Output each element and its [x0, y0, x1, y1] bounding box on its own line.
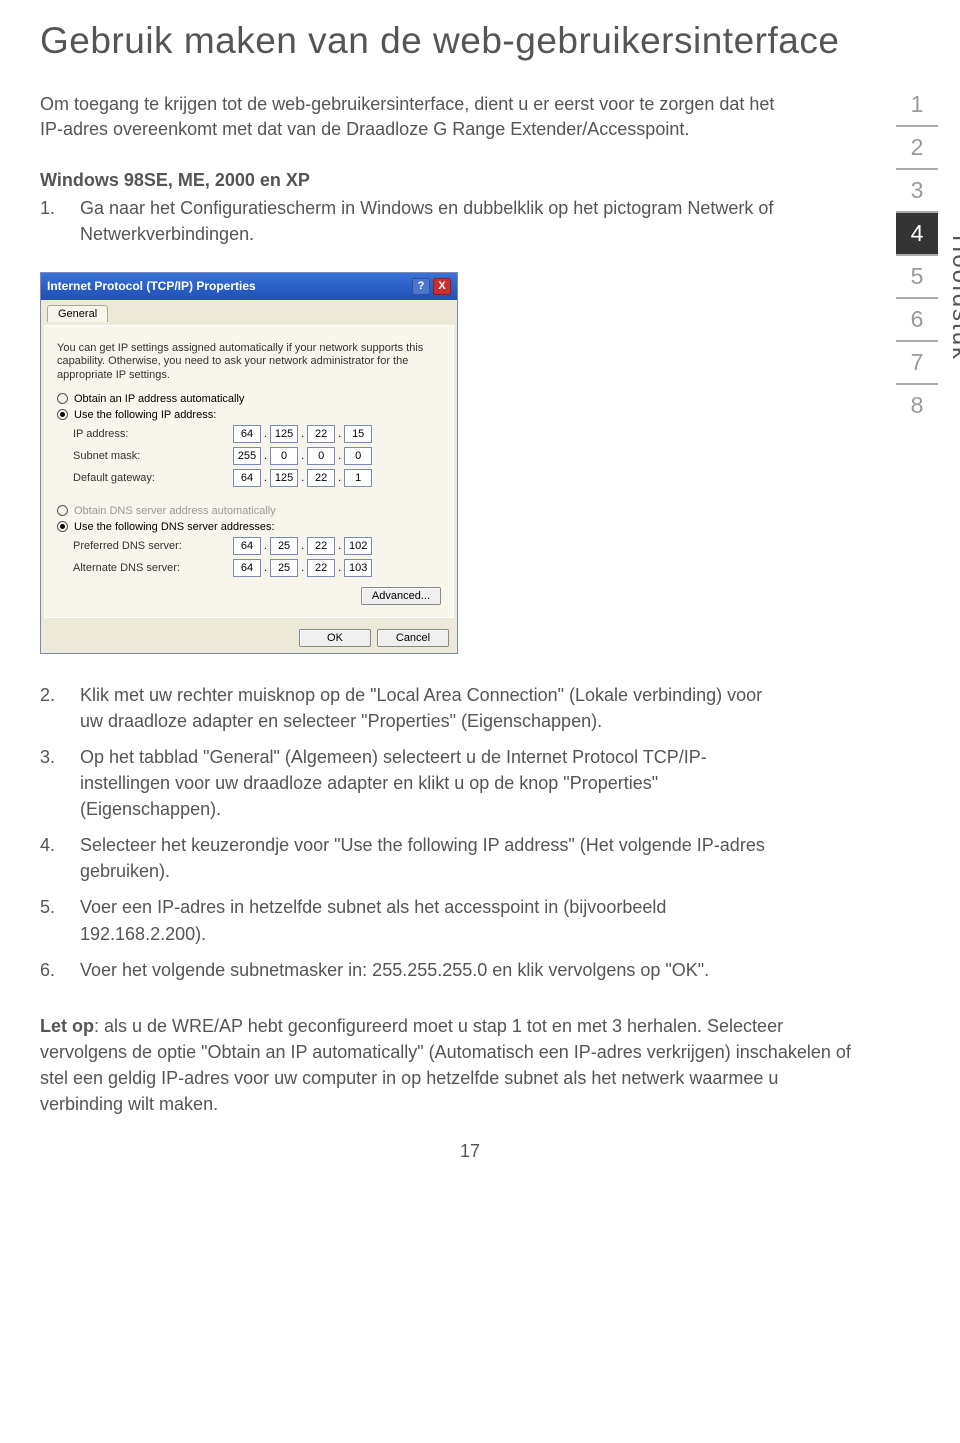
ip-octet[interactable]: 22 [307, 469, 335, 487]
chapter-nav-item[interactable]: 3 [896, 170, 938, 213]
radio-obtain-ip-row[interactable]: Obtain an IP address automatically [57, 393, 443, 405]
ip-octet[interactable]: 0 [270, 447, 298, 465]
note-paragraph: Let op: als u de WRE/AP hebt geconfigure… [40, 1013, 900, 1117]
alt-dns-label: Alternate DNS server: [73, 562, 233, 574]
advanced-button[interactable]: Advanced... [361, 587, 441, 605]
radio-obtain-dns-label: Obtain DNS server address automatically [74, 505, 276, 517]
radio-use-dns-label: Use the following DNS server addresses: [74, 521, 275, 533]
radio-use-ip-row[interactable]: Use the following IP address: [57, 409, 443, 421]
ip-octet[interactable]: 125 [270, 425, 298, 443]
step-item: 1. Ga naar het Configuratiescherm in Win… [40, 195, 900, 247]
ip-octet[interactable]: 64 [233, 559, 261, 577]
ip-octet[interactable]: 22 [307, 559, 335, 577]
chapter-nav-item-active[interactable]: 4 [896, 213, 938, 256]
note-text: : als u de WRE/AP hebt geconfigureerd mo… [40, 1016, 851, 1114]
ip-address-label: IP address: [73, 428, 233, 440]
step-number: 1. [40, 195, 62, 247]
note-label: Let op [40, 1016, 94, 1036]
close-icon[interactable]: X [433, 278, 451, 295]
ip-octet[interactable]: 25 [270, 559, 298, 577]
gateway-label: Default gateway: [73, 472, 233, 484]
pref-dns-field[interactable]: 64. 25. 22. 102 [233, 537, 372, 555]
radio-use-dns-row[interactable]: Use the following DNS server addresses: [57, 521, 443, 533]
pref-dns-label: Preferred DNS server: [73, 540, 233, 552]
radio-use-ip-label: Use the following IP address: [74, 409, 216, 421]
step-number: 5. [40, 894, 62, 946]
step-item: 2. Klik met uw rechter muisknop op de "L… [40, 682, 900, 734]
ip-octet[interactable]: 102 [344, 537, 372, 555]
help-icon[interactable]: ? [412, 278, 430, 295]
chapter-nav-item[interactable]: 5 [896, 256, 938, 299]
ip-octet[interactable]: 255 [233, 447, 261, 465]
step-text: Klik met uw rechter muisknop op de "Loca… [80, 682, 790, 734]
page-title: Gebruik maken van de web-gebruikersinter… [40, 20, 900, 62]
step-item: 4. Selecteer het keuzerondje voor "Use t… [40, 832, 900, 884]
step-text: Selecteer het keuzerondje voor "Use the … [80, 832, 790, 884]
ip-octet[interactable]: 1 [344, 469, 372, 487]
step-text: Op het tabblad "General" (Algemeen) sele… [80, 744, 790, 822]
ip-octet[interactable]: 64 [233, 469, 261, 487]
radio-icon [57, 521, 68, 532]
chapter-nav-item[interactable]: 1 [896, 84, 938, 127]
ip-octet[interactable]: 15 [344, 425, 372, 443]
chapter-nav-item[interactable]: 2 [896, 127, 938, 170]
ip-octet[interactable]: 64 [233, 425, 261, 443]
ip-octet[interactable]: 0 [344, 447, 372, 465]
ok-button[interactable]: OK [299, 629, 371, 647]
step-number: 3. [40, 744, 62, 822]
step-text: Voer het volgende subnetmasker in: 255.2… [80, 957, 709, 983]
step-text: Voer een IP-adres in hetzelfde subnet al… [80, 894, 790, 946]
alt-dns-field[interactable]: 64. 25. 22. 103 [233, 559, 372, 577]
section-heading-windows: Windows 98SE, ME, 2000 en XP [40, 170, 900, 191]
step-item: 6. Voer het volgende subnetmasker in: 25… [40, 957, 900, 983]
ip-address-field[interactable]: 64. 125. 22. 15 [233, 425, 372, 443]
chapter-nav-item[interactable]: 6 [896, 299, 938, 342]
step-number: 6. [40, 957, 62, 983]
step-number: 4. [40, 832, 62, 884]
ip-octet[interactable]: 25 [270, 537, 298, 555]
ip-octet[interactable]: 0 [307, 447, 335, 465]
chapter-nav-item[interactable]: 7 [896, 342, 938, 385]
ip-octet[interactable]: 103 [344, 559, 372, 577]
radio-icon [57, 505, 68, 516]
radio-icon [57, 393, 68, 404]
dialog-title-text: Internet Protocol (TCP/IP) Properties [47, 279, 256, 293]
subnet-label: Subnet mask: [73, 450, 233, 462]
step-item: 5. Voer een IP-adres in hetzelfde subnet… [40, 894, 900, 946]
radio-icon [57, 409, 68, 420]
cancel-button[interactable]: Cancel [377, 629, 449, 647]
ip-octet[interactable]: 64 [233, 537, 261, 555]
tab-general[interactable]: General [47, 305, 108, 322]
page-number: 17 [40, 1141, 900, 1162]
chapter-nav-item[interactable]: 8 [896, 385, 938, 426]
radio-obtain-ip-label: Obtain an IP address automatically [74, 393, 244, 405]
ip-octet[interactable]: 22 [307, 537, 335, 555]
dialog-titlebar: Internet Protocol (TCP/IP) Properties ? … [41, 273, 457, 300]
subnet-field[interactable]: 255. 0. 0. 0 [233, 447, 372, 465]
tcpip-properties-dialog: Internet Protocol (TCP/IP) Properties ? … [40, 272, 458, 654]
chapter-nav: 1 2 3 4 5 6 7 8 [896, 84, 938, 426]
intro-paragraph: Om toegang te krijgen tot de web-gebruik… [40, 92, 900, 142]
step-item: 3. Op het tabblad "General" (Algemeen) s… [40, 744, 900, 822]
ip-octet[interactable]: 22 [307, 425, 335, 443]
gateway-field[interactable]: 64. 125. 22. 1 [233, 469, 372, 487]
ip-octet[interactable]: 125 [270, 469, 298, 487]
chapter-label: Hoofdstuk [946, 235, 960, 361]
step-number: 2. [40, 682, 62, 734]
dialog-description: You can get IP settings assigned automat… [57, 342, 441, 383]
radio-obtain-dns-row: Obtain DNS server address automatically [57, 505, 443, 517]
step-text: Ga naar het Configuratiescherm in Window… [80, 195, 790, 247]
